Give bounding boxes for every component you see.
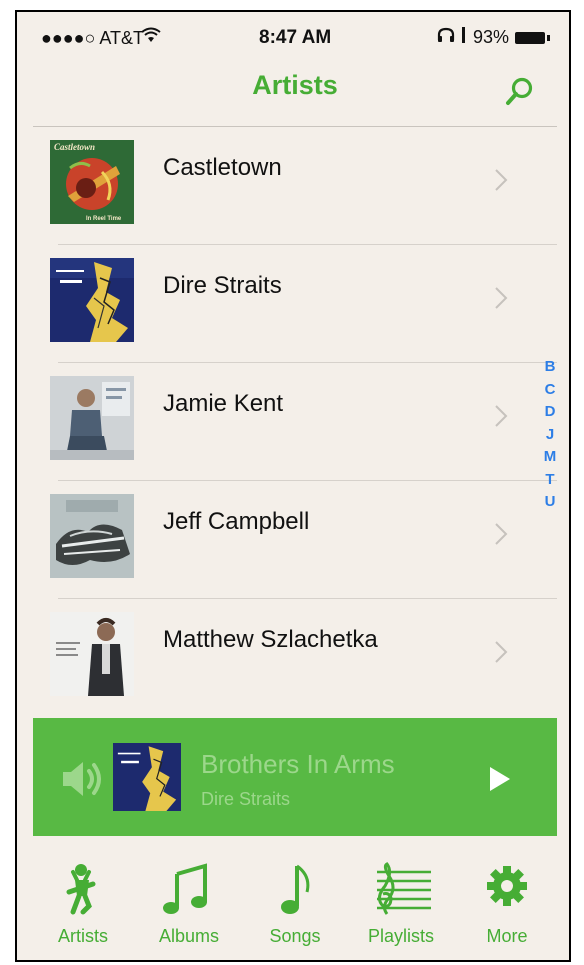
now-playing-bar[interactable]: Brothers In Arms Dire Straits — [33, 718, 557, 836]
chevron-right-icon — [495, 169, 508, 191]
album-art-subtitle-castletown: In Reel Time — [86, 216, 122, 222]
album-art-jeff-campbell — [50, 494, 134, 578]
index-letter[interactable]: M — [541, 446, 557, 469]
status-right: 93% — [436, 27, 550, 48]
chevron-right-icon — [495, 523, 508, 545]
headphones-icon — [436, 27, 456, 48]
index-letter[interactable]: D — [541, 401, 557, 424]
album-art-castletown: Castletown In Reel Time — [50, 140, 134, 224]
gear-icon — [487, 866, 527, 906]
artist-row-jeff-campbell[interactable]: Jeff Campbell — [33, 481, 557, 599]
tab-label: Songs — [269, 926, 321, 946]
album-art-dire-straits — [50, 258, 134, 342]
status-bar: ●●●●○ AT&T 8:47 AM 93% — [33, 12, 557, 62]
chevron-right-icon — [495, 405, 508, 427]
speaker-icon — [63, 762, 101, 796]
index-letter[interactable]: C — [541, 379, 557, 402]
music-notes-icon — [163, 863, 207, 914]
index-letter[interactable]: B — [541, 356, 557, 379]
carrier-signal: ●●●●○ AT&T — [41, 28, 145, 48]
battery-icon — [515, 31, 550, 44]
artist-name: Dire Straits — [163, 272, 282, 299]
artist-row-dire-straits[interactable]: Dire Straits — [33, 245, 557, 363]
album-art-matthew-szlachetka — [50, 612, 134, 696]
play-button[interactable] — [488, 765, 512, 793]
section-index[interactable]: B C D J M T U — [541, 356, 557, 514]
artist-row-castletown[interactable]: Castletown In Reel Time Castletown — [33, 127, 557, 245]
battery-percentage: 93% — [472, 27, 509, 47]
chevron-right-icon — [495, 287, 508, 309]
index-letter[interactable]: U — [541, 491, 557, 514]
tab-more[interactable]: More — [457, 836, 557, 960]
tab-bar: Artists Albums Songs Playlists More — [33, 836, 557, 960]
tab-artists[interactable]: Artists — [33, 836, 133, 960]
now-playing-artist: Dire Straits — [201, 789, 291, 809]
tab-albums[interactable]: Albums — [139, 836, 239, 960]
music-note-icon — [281, 864, 310, 914]
tab-label: More — [486, 926, 528, 946]
artist-name: Castletown — [163, 154, 282, 181]
now-playing-title: Brothers In Arms — [201, 749, 395, 779]
index-letter[interactable]: T — [541, 469, 557, 492]
screenshot-frame: ●●●●○ AT&T 8:47 AM 93% Artists Castletow… — [15, 10, 571, 962]
artist-row-matthew-szlachetka[interactable]: Matthew Szlachetka — [33, 599, 557, 717]
tab-songs[interactable]: Songs — [245, 836, 345, 960]
search-button[interactable] — [505, 76, 535, 106]
tab-label: Playlists — [367, 926, 434, 946]
chevron-right-icon — [495, 641, 508, 663]
staff-icon — [377, 862, 431, 915]
artist-row-jamie-kent[interactable]: Jamie Kent — [33, 363, 557, 481]
artist-list: Castletown In Reel Time Castletown Dire … — [33, 127, 557, 717]
clock: 8:47 AM — [259, 27, 332, 48]
wifi-icon — [141, 27, 161, 48]
tab-label: Artists — [57, 926, 108, 946]
phone-screen: ●●●●○ AT&T 8:47 AM 93% Artists Castletow… — [33, 12, 557, 960]
navigation-bar: Artists — [33, 62, 557, 127]
album-art-jamie-kent — [50, 376, 134, 460]
artist-name: Matthew Szlachetka — [163, 626, 378, 653]
artist-name: Jeff Campbell — [163, 508, 310, 535]
tab-label: Albums — [158, 926, 220, 946]
search-icon — [506, 77, 533, 105]
artist-name: Jamie Kent — [163, 390, 284, 417]
now-playing-album-art — [113, 743, 181, 811]
signal-bar-icon — [461, 27, 467, 48]
tab-playlists[interactable]: Playlists — [351, 836, 451, 960]
index-letter[interactable]: J — [541, 424, 557, 447]
guitarist-icon — [66, 864, 96, 915]
album-art-text-castletown: Castletown — [54, 142, 95, 152]
page-title: Artists — [252, 70, 338, 100]
